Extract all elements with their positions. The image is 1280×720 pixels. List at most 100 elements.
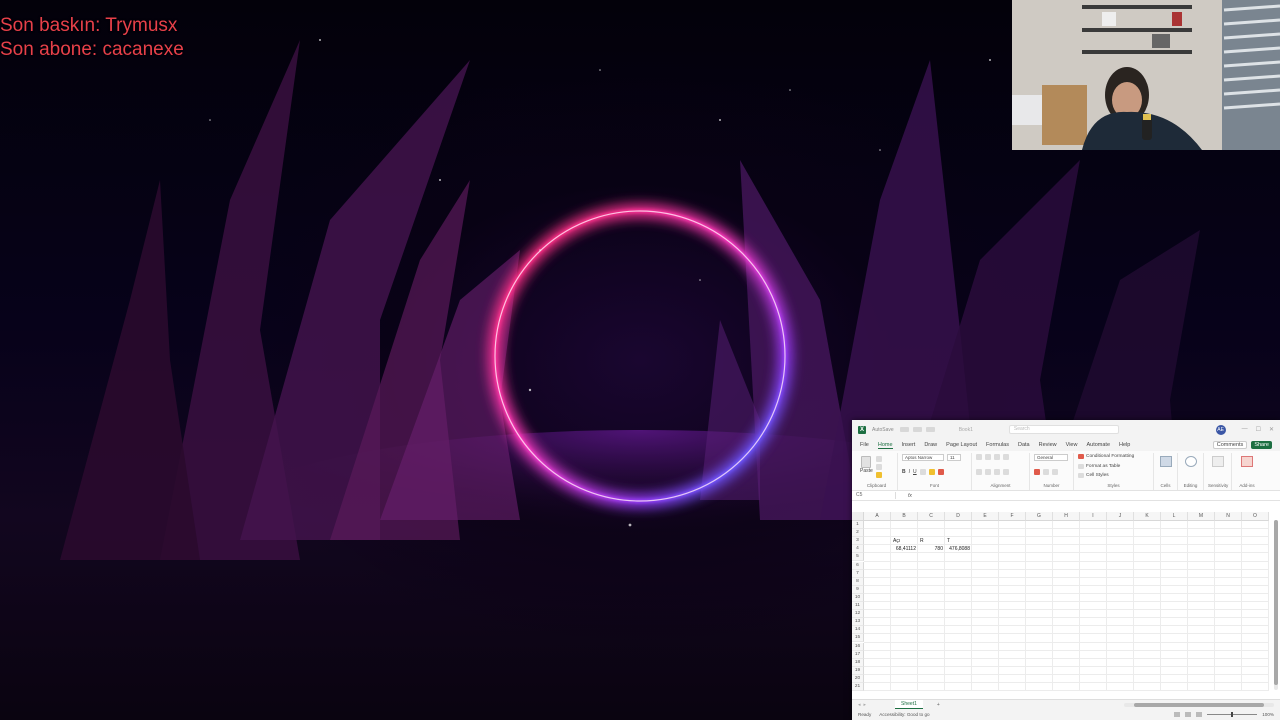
row-header[interactable]: 7 <box>852 569 864 578</box>
copy-icon[interactable] <box>875 464 882 470</box>
paste-icon[interactable] <box>861 456 872 468</box>
column-header[interactable]: I <box>1080 512 1107 521</box>
accessibility-status[interactable]: Accessibility: Good to go <box>879 712 929 717</box>
cut-icon[interactable] <box>875 456 882 462</box>
column-header[interactable]: E <box>972 512 999 521</box>
row-header[interactable]: 5 <box>852 553 864 562</box>
row-header[interactable]: 19 <box>852 666 864 675</box>
fill-color-icon[interactable] <box>928 469 935 475</box>
tab-view[interactable]: View <box>1066 442 1078 448</box>
add-sheet-button[interactable]: + <box>937 702 940 708</box>
column-header[interactable]: K <box>1134 512 1161 521</box>
currency-icon[interactable] <box>1034 469 1040 475</box>
tab-help[interactable]: Help <box>1119 442 1130 448</box>
font-size-select[interactable]: 11 <box>947 454 961 461</box>
row-header[interactable]: 1 <box>852 521 864 530</box>
page-layout-view-icon[interactable] <box>1185 712 1192 717</box>
cells-icon[interactable] <box>1159 456 1172 467</box>
font-name-select[interactable]: Aptos Narrow <box>902 454 944 461</box>
tab-review[interactable]: Review <box>1039 442 1057 448</box>
tab-data[interactable]: Data <box>1018 442 1030 448</box>
row-header[interactable]: 4 <box>852 545 864 554</box>
conditional-formatting-button[interactable]: Conditional Formatting <box>1078 454 1149 459</box>
excel-window[interactable]: X AutoSave Book1 Search AE — ☐ ✕ File Ho… <box>852 420 1280 720</box>
comma-icon[interactable] <box>1052 469 1058 475</box>
row-header[interactable]: 3 <box>852 537 864 546</box>
vertical-scrollbar[interactable] <box>1274 520 1278 690</box>
page-break-view-icon[interactable] <box>1196 712 1203 717</box>
percent-icon[interactable] <box>1043 469 1049 475</box>
horizontal-scrollbar[interactable] <box>1124 702 1274 707</box>
name-box[interactable]: C5 <box>856 492 896 499</box>
zoom-slider-knob[interactable] <box>1231 712 1234 717</box>
row-header[interactable]: 18 <box>852 658 864 667</box>
user-avatar[interactable]: AE <box>1215 424 1226 435</box>
cell-styles-button[interactable]: Cell Styles <box>1078 473 1149 479</box>
save-icon[interactable] <box>899 427 909 432</box>
close-icon[interactable]: ✕ <box>1269 426 1274 433</box>
share-button[interactable]: Share <box>1251 441 1272 449</box>
tab-file[interactable]: File <box>860 442 869 448</box>
column-header[interactable]: O <box>1242 512 1269 521</box>
column-header[interactable]: C <box>918 512 945 521</box>
tab-formulas[interactable]: Formulas <box>986 442 1009 448</box>
row-header[interactable]: 2 <box>852 529 864 538</box>
align-left-icon[interactable] <box>976 468 982 475</box>
tab-page-layout[interactable]: Page Layout <box>946 442 977 448</box>
column-header[interactable]: G <box>1026 512 1053 521</box>
align-center-icon[interactable] <box>985 468 991 475</box>
bold-button[interactable]: B <box>902 469 906 475</box>
cell-d4[interactable]: 476,8088 <box>945 545 970 553</box>
fx-icon[interactable]: fx <box>908 493 912 499</box>
redo-icon[interactable] <box>925 427 935 432</box>
autosave-label[interactable]: AutoSave <box>872 427 894 433</box>
column-header[interactable]: A <box>864 512 891 521</box>
vertical-scroll-thumb[interactable] <box>1274 520 1278 685</box>
column-header[interactable]: B <box>891 512 918 521</box>
italic-button[interactable]: I <box>909 469 910 475</box>
underline-button[interactable]: U <box>913 469 917 475</box>
maximize-icon[interactable]: ☐ <box>1256 426 1261 433</box>
row-header[interactable]: 6 <box>852 561 864 570</box>
cell-c3[interactable]: R <box>920 537 924 545</box>
align-top-icon[interactable] <box>976 454 982 460</box>
sensitivity-icon[interactable] <box>1211 456 1224 467</box>
column-header[interactable]: H <box>1053 512 1080 521</box>
tab-draw[interactable]: Draw <box>924 442 937 448</box>
format-as-table-button[interactable]: Format as Table <box>1078 463 1149 469</box>
addins-icon[interactable] <box>1241 456 1253 467</box>
borders-icon[interactable] <box>919 469 926 475</box>
row-header[interactable]: 21 <box>852 683 864 692</box>
zoom-level[interactable]: 100% <box>1262 712 1274 717</box>
row-header[interactable]: 8 <box>852 577 864 586</box>
row-header[interactable]: 11 <box>852 602 864 611</box>
row-header[interactable]: 14 <box>852 626 864 635</box>
font-color-icon[interactable] <box>937 469 944 475</box>
select-all-corner[interactable] <box>852 512 864 521</box>
row-header[interactable]: 15 <box>852 634 864 643</box>
column-header[interactable]: M <box>1188 512 1215 521</box>
row-header[interactable]: 10 <box>852 593 864 602</box>
row-header[interactable]: 13 <box>852 618 864 627</box>
wrap-text-icon[interactable] <box>1003 454 1009 460</box>
number-format-select[interactable]: General <box>1034 454 1068 461</box>
row-header[interactable]: 16 <box>852 642 864 651</box>
normal-view-icon[interactable] <box>1174 712 1181 717</box>
cell-c4[interactable]: 780 <box>918 545 943 553</box>
row-header[interactable]: 17 <box>852 650 864 659</box>
minimize-icon[interactable]: — <box>1242 426 1248 433</box>
align-bottom-icon[interactable] <box>994 454 1000 460</box>
column-header[interactable]: N <box>1215 512 1242 521</box>
align-right-icon[interactable] <box>994 468 1000 475</box>
comments-button[interactable]: Comments <box>1212 441 1248 449</box>
tab-home[interactable]: Home <box>877 442 893 449</box>
column-header[interactable]: F <box>999 512 1026 521</box>
sheet-tab-sheet1[interactable]: Sheet1 <box>895 700 923 709</box>
merge-icon[interactable] <box>1003 468 1009 475</box>
column-header[interactable]: L <box>1161 512 1188 521</box>
align-middle-icon[interactable] <box>985 454 991 460</box>
format-painter-icon[interactable] <box>875 472 882 478</box>
undo-icon[interactable] <box>912 427 922 432</box>
horizontal-scroll-thumb[interactable] <box>1134 702 1264 707</box>
spreadsheet-grid[interactable]: A B C D E F G H I J K L M N O 1 2 3 4 5 6 7 8 9 10 11 12 13 14 15 16 17… <box>852 512 1280 692</box>
